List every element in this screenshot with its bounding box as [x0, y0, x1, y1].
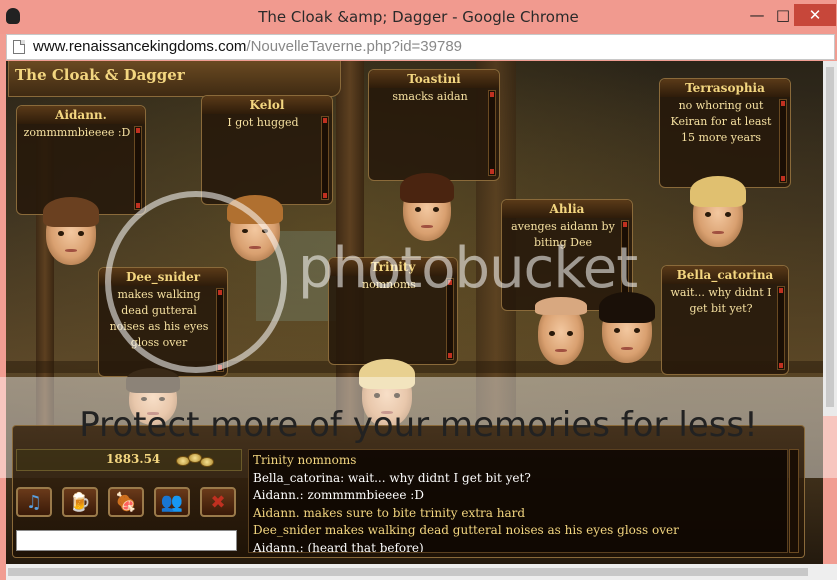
coins-icon — [176, 453, 220, 469]
speaker-name[interactable]: Kelol — [202, 96, 332, 114]
avatar-toastini[interactable] — [400, 172, 454, 241]
speaker-name[interactable]: Bella_catorina — [662, 266, 788, 284]
chat-line: Aidann.: zommmmbieeee :D — [253, 488, 424, 502]
gold-amount: 1883.54 — [106, 452, 161, 466]
speech-text: smacks aidan — [392, 90, 468, 103]
speech-box-kelol[interactable]: Kelol I got hugged — [201, 95, 333, 205]
watermark-tagline: Protect more of your memories for less! — [79, 405, 758, 445]
speech-scrollbar[interactable] — [321, 116, 329, 200]
chat-scrollbar[interactable] — [789, 449, 799, 553]
eat-button[interactable]: 🍖 — [108, 487, 144, 517]
watermark-brand: photobucket — [298, 236, 638, 301]
speech-scrollbar[interactable] — [134, 126, 142, 210]
url-path: /NouvelleTaverne.php?id=39789 — [246, 38, 463, 55]
browser-window: The Cloak &amp; Dagger - Google Chrome —… — [0, 0, 837, 580]
chat-line: Bella_catorina: wait... why didnt I get … — [253, 470, 531, 485]
speech-text: zommmmbieeee :D — [23, 126, 131, 139]
speaker-name[interactable]: Aidann. — [17, 106, 145, 124]
tavern-title: The Cloak & Dagger — [15, 66, 185, 84]
chat-log[interactable]: Trinity nomnoms Bella_catorina: wait... … — [248, 449, 788, 553]
tankard-icon: 🍺 — [68, 492, 92, 513]
speaker-name[interactable]: Toastini — [369, 70, 499, 88]
music-note-icon: ♫ — [25, 492, 43, 513]
speech-text: wait... why didnt I get bit yet? — [670, 286, 772, 315]
speaker-name[interactable]: Ahlia — [502, 200, 632, 218]
speech-box-terrasophia[interactable]: Terrasophia no whoring out Keiran for at… — [659, 78, 791, 188]
chat-line: Trinity nomnoms — [253, 453, 357, 467]
page-horizontal-scrollbar[interactable] — [6, 564, 837, 580]
drink-button[interactable]: 🍺 — [62, 487, 98, 517]
close-x-icon: ✖ — [210, 492, 226, 513]
speech-box-bella-catorina[interactable]: Bella_catorina wait... why didnt I get b… — [661, 265, 789, 375]
speech-scrollbar[interactable] — [777, 286, 785, 370]
avatar-bella-catorina[interactable] — [599, 292, 655, 363]
chat-line: Dee_snider makes walking dead gutteral n… — [253, 523, 679, 537]
people-button[interactable]: 👥 — [154, 487, 190, 517]
scrollbar-thumb[interactable] — [8, 568, 808, 576]
leave-button[interactable]: ✖ — [200, 487, 236, 517]
avatar-terrasophia[interactable] — [690, 176, 746, 247]
music-button[interactable]: ♫ — [16, 487, 52, 517]
speech-scrollbar[interactable] — [488, 90, 496, 176]
people-icon: 👥 — [160, 492, 184, 513]
chat-line: Aidann.: (heard that before) — [253, 540, 424, 553]
url-text[interactable]: www.renaissancekingdoms.com/NouvelleTave… — [33, 38, 462, 55]
speech-scrollbar[interactable] — [779, 99, 787, 183]
window-title: The Cloak &amp; Dagger - Google Chrome — [258, 8, 579, 26]
page-vertical-scrollbar[interactable] — [823, 61, 837, 416]
watermark-camera-icon — [105, 191, 287, 373]
meat-leg-icon: 🍖 — [114, 492, 138, 513]
page-icon — [13, 40, 25, 54]
close-button[interactable]: ✕ — [794, 4, 836, 26]
scrollbar-thumb[interactable] — [826, 67, 834, 407]
avatar-aidann[interactable] — [43, 196, 99, 265]
speech-box-toastini[interactable]: Toastini smacks aidan — [368, 69, 500, 181]
speech-text: no whoring out Keiran for at least 15 mo… — [670, 99, 772, 144]
url-host: www.renaissancekingdoms.com — [33, 38, 247, 55]
avatar-ahlia[interactable] — [535, 296, 587, 365]
speech-text: I got hugged — [227, 116, 299, 129]
title-bar[interactable]: The Cloak &amp; Dagger - Google Chrome —… — [0, 0, 837, 34]
address-bar[interactable]: www.renaissancekingdoms.com/NouvelleTave… — [6, 34, 835, 60]
chat-input[interactable] — [16, 530, 237, 551]
tavern-title-banner: The Cloak & Dagger — [8, 61, 341, 97]
speaker-name[interactable]: Terrasophia — [660, 79, 790, 97]
chat-line: Aidann. makes sure to bite trinity extra… — [253, 505, 526, 520]
